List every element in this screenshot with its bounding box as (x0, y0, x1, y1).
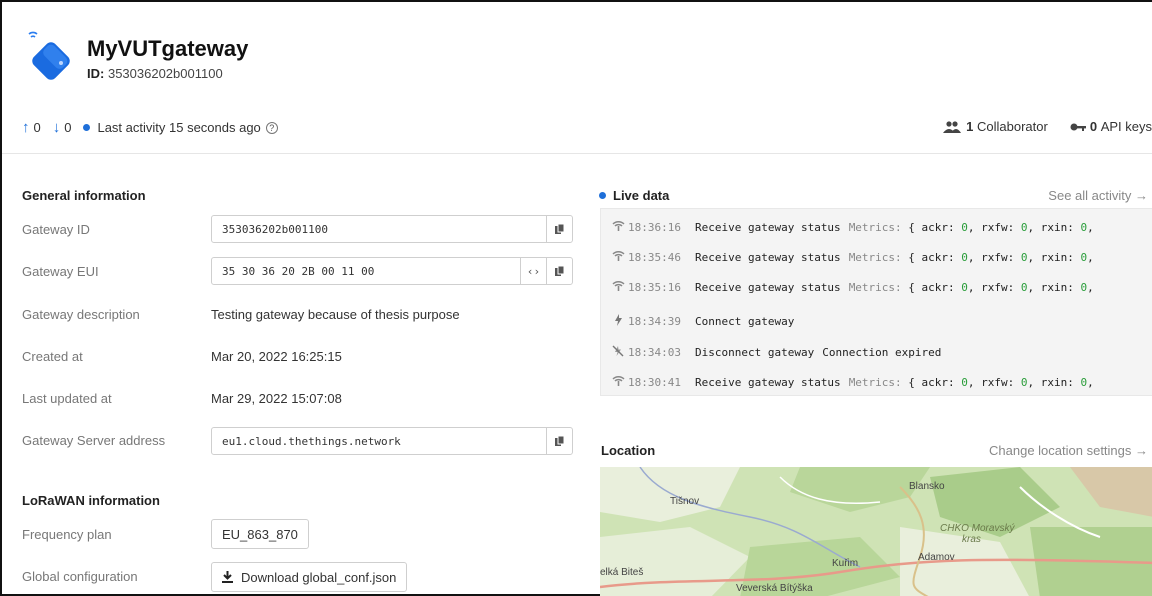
event-time: 18:36:16 (628, 220, 681, 234)
access-stats: 1 Collaborator 0 API keys (943, 119, 1152, 134)
gateway-description-label: Gateway description (22, 307, 140, 322)
global-config-label: Global configuration (22, 569, 138, 584)
uplink-count: 0 (33, 120, 41, 135)
event-time: 18:34:03 (628, 345, 681, 359)
last-updated-label: Last updated at (22, 391, 112, 406)
collaborators-link[interactable]: 1 Collaborator (943, 119, 1048, 134)
gateway-id-value: 353036202b001100 (222, 222, 328, 236)
gateway-eui-value: 35 30 36 20 2B 00 11 00 (222, 264, 375, 278)
gateway-description-value: Testing gateway because of thesis purpos… (211, 307, 460, 322)
api-keys-link[interactable]: 0 API keys (1070, 119, 1152, 134)
gateway-header: MyVUTgateway ID: 353036202b001100 ↑ 0 ↓ … (2, 2, 1152, 154)
downlink-arrow-icon: ↓ (52, 119, 61, 136)
gateway-eui-label: Gateway EUI (22, 264, 99, 279)
last-updated-value: Mar 29, 2022 15:07:08 (211, 391, 342, 406)
copy-gateway-eui-button[interactable] (546, 258, 572, 284)
event-metrics: Metrics: { ackr: 0, rxfw: 0, rxin: 0, (848, 250, 1094, 264)
map-place-label: Veverská Bítýška (736, 583, 813, 594)
live-data-list: 18:36:16 Receive gateway status Metrics: {… (600, 208, 1152, 396)
map-place-label: Adamov (918, 552, 955, 563)
map-place-label: Kuřim (832, 558, 859, 569)
gateway-id-subtitle: ID: 353036202b001100 (87, 66, 223, 81)
status-dot-icon (83, 124, 91, 131)
uplink-arrow-icon: ↑ (22, 119, 30, 136)
event-metrics: Metrics: { ackr: 0, rxfw: 0, rxin: 0, (848, 280, 1094, 294)
people-icon (943, 120, 962, 133)
wifi-icon (611, 280, 625, 294)
event-detail: Connection expired (822, 345, 942, 359)
copy-icon (554, 223, 564, 234)
last-activity: Last activity 15 seconds ago (97, 120, 261, 135)
event-time: 18:35:16 (628, 280, 681, 294)
code-brackets-icon: ‹› (526, 264, 541, 278)
help-icon[interactable]: ? (265, 121, 278, 134)
event-message: Receive gateway status (694, 220, 841, 234)
live-dot-icon (599, 192, 606, 199)
frequency-plan-value: EU_863_870 (211, 519, 309, 549)
gateway-title: MyVUTgateway (87, 36, 249, 61)
gateway-icon (28, 31, 70, 80)
live-event-row[interactable]: 18:34:39 Connect gateway (611, 313, 802, 329)
created-at-value: Mar 20, 2022 16:25:15 (211, 349, 342, 364)
gateway-id-field: 353036202b001100 (211, 215, 573, 243)
map-place-label: CHKO Moravský (940, 523, 1015, 534)
gateway-eui-field: 35 30 36 20 2B 00 11 00 ‹› (211, 257, 573, 285)
gateway-id-label: Gateway ID (22, 222, 90, 237)
server-address-label: Gateway Server address (22, 433, 166, 448)
live-event-row[interactable]: 18:36:16 Receive gateway status Metrics: {… (611, 219, 1094, 235)
wifi-icon (611, 250, 625, 264)
live-event-row[interactable]: 18:35:46 Receive gateway status Metrics: {… (611, 249, 1094, 265)
copy-gateway-id-button[interactable] (546, 216, 572, 242)
live-event-row[interactable]: 18:34:03 Disconnect gateway Connection exp… (611, 344, 941, 360)
live-event-row[interactable]: 18:35:16 Receive gateway status Metrics: {… (611, 279, 1094, 295)
wifi-icon (611, 375, 625, 389)
server-address-field: eu1.cloud.thethings.network (211, 427, 573, 455)
map-place-label: Tišnov (670, 496, 700, 507)
toggle-byte-order-button[interactable]: ‹› (520, 258, 546, 284)
change-location-link[interactable]: Change location settings → (989, 443, 1148, 458)
location-heading: Location (601, 443, 656, 458)
event-time: 18:30:41 (628, 375, 681, 389)
event-message: Disconnect gateway (694, 345, 815, 359)
copy-icon (554, 435, 564, 446)
live-event-row[interactable]: 18:30:41 Receive gateway status Metrics: {… (611, 374, 1094, 390)
lorawan-info-heading: LoRaWAN information (22, 493, 160, 508)
downlink-count: 0 (64, 120, 72, 135)
copy-icon (554, 265, 564, 276)
event-time: 18:35:46 (628, 250, 681, 264)
traffic-stats: ↑ 0 ↓ 0 Last activity 15 seconds ago ? (22, 119, 278, 136)
download-global-conf-button[interactable]: Download global_conf.json (211, 562, 408, 592)
event-message: Receive gateway status (694, 375, 841, 389)
live-data-heading: Live data (599, 188, 669, 203)
event-metrics: Metrics: { ackr: 0, rxfw: 0, rxin: 0, (848, 375, 1094, 389)
see-all-activity-link[interactable]: See all activity → (1048, 188, 1148, 203)
location-map[interactable]: Blansko Tišnov CHKO Moravský kras Adamov… (600, 467, 1152, 596)
event-message: Receive gateway status (694, 280, 841, 294)
map-place-label: kras (962, 534, 981, 545)
map-place-label: elká Biteš (600, 567, 644, 578)
copy-server-address-button[interactable] (546, 428, 572, 454)
map-tiles (600, 467, 1152, 596)
general-info-heading: General information (22, 188, 146, 203)
server-address-value: eu1.cloud.thethings.network (222, 434, 401, 448)
map-place-label: Blansko (909, 481, 945, 492)
download-icon (222, 571, 233, 583)
created-at-label: Created at (22, 349, 83, 364)
wifi-icon (611, 220, 625, 234)
frequency-plan-label: Frequency plan (22, 527, 112, 542)
event-message: Receive gateway status (694, 250, 841, 264)
bolt-off-icon (611, 345, 625, 360)
key-icon (1070, 123, 1086, 131)
event-metrics: Metrics: { ackr: 0, rxfw: 0, rxin: 0, (848, 220, 1094, 234)
event-time: 18:34:39 (628, 314, 681, 328)
event-message: Connect gateway (694, 314, 795, 328)
bolt-icon (611, 313, 625, 329)
